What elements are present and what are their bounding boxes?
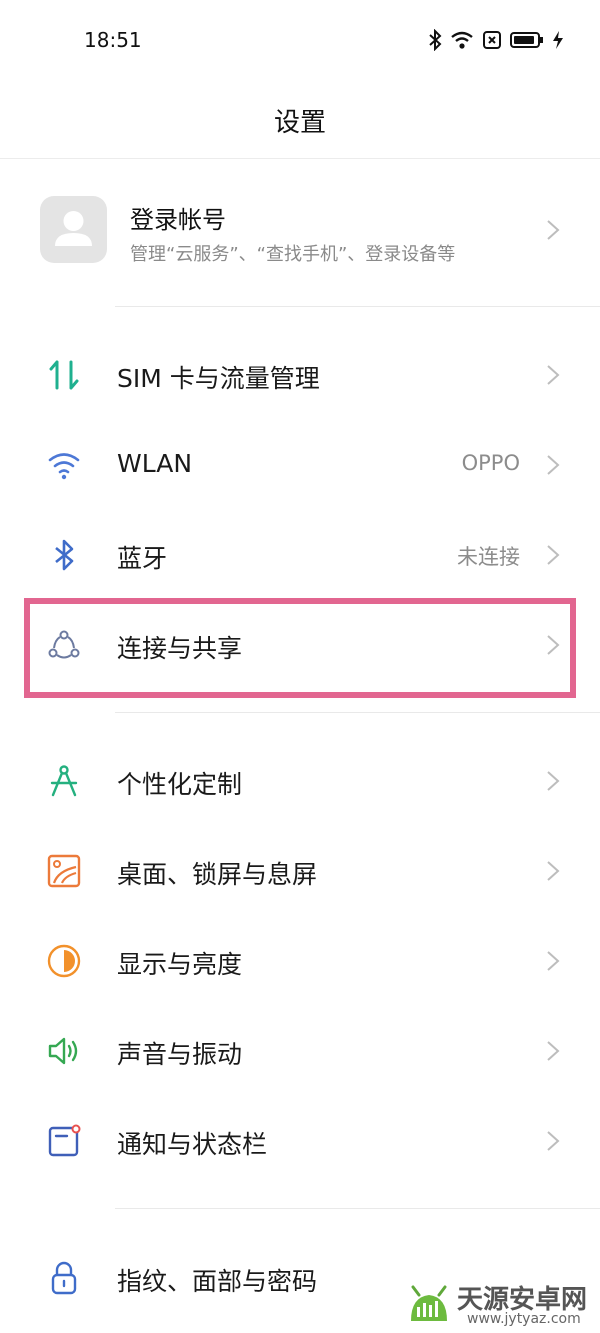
settings-item-display[interactable]: 显示与亮度: [0, 916, 600, 1006]
settings-item-personalization[interactable]: 个性化定制: [0, 736, 600, 826]
settings-item-label: 指纹、面部与密码: [117, 1267, 318, 1296]
settings-item-value: 未连接: [457, 545, 520, 569]
settings-item-label: 桌面、锁屏与息屏: [117, 860, 318, 889]
chevron-right-icon: [547, 365, 560, 385]
chevron-right-icon: [547, 861, 560, 881]
settings-item-label: 显示与亮度: [117, 950, 243, 979]
watermark-logo-icon: [411, 1285, 447, 1321]
settings-item-label: 蓝牙: [117, 544, 168, 573]
bluetooth-icon: [55, 539, 74, 571]
notification-icon: [48, 1124, 81, 1157]
account-description: 管理“云服务”、“查找手机”、登录设备等: [130, 244, 456, 265]
settings-item-label: 个性化定制: [117, 770, 243, 799]
status-icons: [428, 28, 564, 52]
chevron-right-icon: [547, 1041, 560, 1061]
settings-item-label: WLAN: [117, 449, 193, 478]
chevron-right-icon: [547, 951, 560, 971]
header: 设置: [0, 80, 600, 159]
chevron-right-icon: [547, 1131, 560, 1151]
watermark-url: www.jytyaz.com: [467, 1311, 581, 1327]
bluetooth-status-icon: [429, 29, 442, 51]
settings-item-value: OPPO: [461, 451, 520, 475]
page-title: 设置: [273, 108, 326, 138]
chevron-right-icon: [547, 545, 560, 565]
settings-item-wlan[interactable]: WLAN OPPO: [0, 420, 600, 510]
settings-item-label: 通知与状态栏: [117, 1130, 268, 1159]
speaker-icon: [48, 1037, 78, 1065]
settings-item-sound[interactable]: 声音与振动: [0, 1006, 600, 1096]
wallpaper-icon: [47, 854, 81, 888]
settings-item-bluetooth[interactable]: 蓝牙 未连接: [0, 510, 600, 600]
chevron-right-icon: [547, 455, 560, 475]
status-bar: 18:51: [0, 0, 600, 80]
account-name: 登录帐号: [130, 206, 226, 234]
divider: [115, 712, 600, 713]
divider: [115, 306, 600, 307]
compass-icon: [50, 765, 78, 797]
avatar: [40, 196, 107, 263]
charging-icon: [553, 31, 563, 49]
status-time: 18:51: [84, 28, 142, 52]
divider: [115, 1208, 600, 1209]
battery-icon: [510, 32, 543, 48]
settings-item-notification[interactable]: 通知与状态栏: [0, 1096, 600, 1186]
sim-off-icon: [483, 31, 501, 49]
watermark: 天源安卓网 www.jytyaz.com: [405, 1275, 595, 1330]
wifi-status-icon: [451, 31, 473, 49]
sim-data-icon: [49, 360, 79, 390]
highlight-box: [24, 598, 576, 698]
user-icon: [55, 211, 92, 246]
chevron-right-icon: [547, 771, 560, 791]
account-row[interactable]: 登录帐号 管理“云服务”、“查找手机”、登录设备等: [0, 180, 600, 280]
settings-item-wallpaper[interactable]: 桌面、锁屏与息屏: [0, 826, 600, 916]
lock-icon: [51, 1261, 77, 1295]
chevron-right-icon: [547, 220, 560, 240]
wifi-icon: [48, 453, 80, 480]
settings-item-label: SIM 卡与流量管理: [117, 364, 320, 393]
settings-item-sim[interactable]: SIM 卡与流量管理: [0, 330, 600, 420]
settings-item-label: 声音与振动: [117, 1040, 243, 1069]
brightness-icon: [47, 944, 81, 978]
